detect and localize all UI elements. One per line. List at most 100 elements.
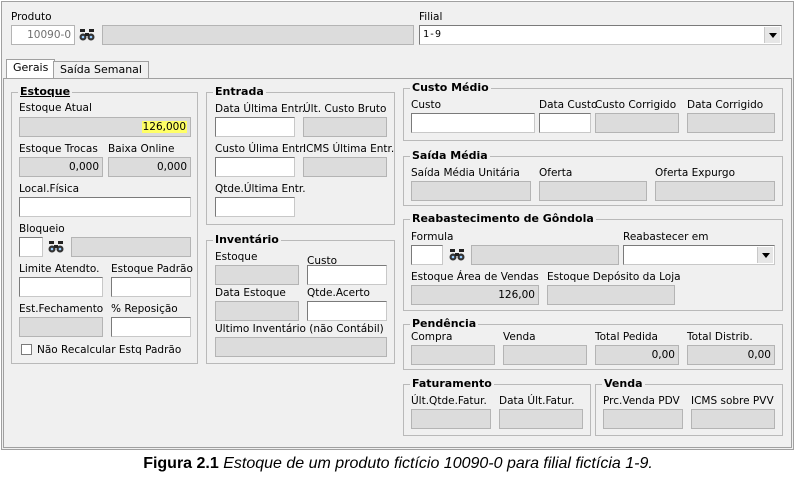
data-ultima-entr-label: Data Última Entr. (215, 103, 306, 115)
estoque-title: Estoque (18, 85, 73, 99)
estoque-trocas-field: 0,000 (19, 157, 103, 177)
estoque-atual-label: Estoque Atual (19, 102, 92, 114)
estoque-area-vendas-label: Estoque Área de Vendas (411, 271, 539, 283)
custo-medio-title: Custo Médio (410, 81, 491, 95)
formula-description-field (471, 245, 619, 265)
reabastecer-em-label: Reabastecer em (623, 231, 709, 243)
estoque-atual-value: 126,000 (141, 121, 187, 133)
custo-corrigido-label: Custo Corrigido (595, 99, 677, 111)
compra-field (411, 345, 495, 365)
qtde-acerto-field[interactable] (307, 301, 387, 321)
total-distrib-label: Total Distrib. (687, 331, 753, 343)
oferta-expurgo-field (655, 181, 775, 201)
pendencia-venda-label: Venda (503, 331, 536, 343)
data-ult-fatur-field (499, 409, 583, 429)
est-fechamento-field (19, 317, 103, 337)
custo-medio-custo-field[interactable] (411, 113, 535, 133)
inventario-estoque-label: Estoque (215, 251, 258, 263)
reabastecer-em-select[interactable] (623, 245, 775, 265)
oferta-label: Oferta (539, 167, 573, 179)
saida-media-unitaria-label: Saída Média Unitária (411, 167, 520, 179)
caption-italic: Estoque de um produto fictício 10090-0 p… (223, 455, 653, 472)
formula-field[interactable] (411, 245, 443, 265)
ult-custo-bruto-label: Últ. Custo Bruto (303, 103, 387, 115)
total-distrib-field: 0,00 (687, 345, 775, 365)
produto-field[interactable]: 10090-0 (11, 25, 75, 45)
icms-ultima-entr-field (303, 157, 387, 177)
baixa-online-field: 0,000 (108, 157, 191, 177)
chevron-down-icon[interactable] (757, 247, 773, 263)
total-pedida-label: Total Pedida (595, 331, 658, 343)
limite-atendto-field[interactable] (19, 277, 103, 297)
binoculars-icon[interactable] (77, 25, 97, 45)
filial-select[interactable]: 1-9 (419, 25, 782, 45)
reabastecimento-title: Reabastecimento de Gôndola (410, 212, 596, 226)
pendencia-venda-field (503, 345, 587, 365)
custo-ultima-entr-label: Custo Úlima Entr. (215, 143, 306, 155)
icms-sobre-pvv-field (691, 409, 775, 429)
estoque-trocas-label: Estoque Trocas (19, 143, 98, 155)
inventario-custo-field[interactable] (307, 265, 387, 285)
limite-atendto-label: Limite Atendto. (19, 263, 100, 275)
qtde-acerto-label: Qtde.Acerto (307, 287, 370, 299)
estoque-atual-field: 126,000 (19, 117, 191, 137)
bloqueio-label: Bloqueio (19, 223, 65, 235)
caption-bold: Figura 2.1 (143, 455, 219, 472)
data-custo-label: Data Custo (539, 99, 598, 111)
custo-ultima-entr-field[interactable] (215, 157, 295, 177)
qtde-ultima-entr-label: Qtde.Última Entr. (215, 183, 306, 195)
formula-label: Formula (411, 231, 454, 243)
data-estoque-field (215, 301, 299, 321)
filial-label: Filial (419, 11, 443, 23)
data-custo-field[interactable] (539, 113, 591, 133)
saida-media-unitaria-field (411, 181, 531, 201)
chevron-down-icon[interactable] (764, 27, 780, 43)
produto-description-field (102, 25, 414, 45)
data-estoque-label: Data Estoque (215, 287, 286, 299)
total-pedida-field: 0,00 (595, 345, 679, 365)
custo-medio-custo-label: Custo (411, 99, 441, 111)
bloqueio-description-field (71, 237, 191, 257)
pendencia-title: Pendência (410, 317, 479, 331)
data-ultima-entr-field[interactable] (215, 117, 295, 137)
estoque-padrao-label: Estoque Padrão (111, 263, 193, 275)
estoque-deposito-label: Estoque Depósito da Loja (547, 271, 681, 283)
saida-media-title: Saída Média (410, 149, 490, 163)
icms-sobre-pvv-label: ICMS sobre PVV (691, 395, 774, 407)
ultimo-inventario-label: Ultimo Inventário (não Contábil) (215, 323, 384, 335)
filial-value: 1-9 (423, 29, 442, 40)
data-corrigido-field (687, 113, 775, 133)
bloqueio-field[interactable] (19, 237, 43, 257)
custo-corrigido-field (595, 113, 679, 133)
ult-qtde-fatur-label: Últ.Qtde.Fatur. (411, 395, 487, 407)
figure-caption: Figura 2.1 Estoque de um produto fictíci… (0, 455, 796, 473)
faturamento-title: Faturamento (410, 377, 494, 391)
entrada-title: Entrada (213, 85, 266, 99)
estoque-deposito-field (547, 285, 675, 305)
oferta-expurgo-label: Oferta Expurgo (655, 167, 736, 179)
tab-gerais[interactable]: Gerais (6, 59, 56, 79)
est-fechamento-label: Est.Fechamento (19, 303, 104, 315)
produto-label: Produto (11, 11, 52, 23)
compra-label: Compra (411, 331, 453, 343)
reposicao-field[interactable] (111, 317, 191, 337)
binoculars-icon[interactable] (447, 245, 467, 265)
binoculars-icon[interactable] (46, 237, 66, 257)
estoque-padrao-field[interactable] (111, 277, 191, 297)
inventario-estoque-field (215, 265, 299, 285)
reposicao-label: % Reposição (111, 303, 178, 315)
nao-recalcular-checkbox[interactable] (21, 344, 32, 355)
prc-venda-pdv-label: Prc.Venda PDV (603, 395, 680, 407)
prc-venda-pdv-field (603, 409, 683, 429)
tab-saida-semanal[interactable]: Saída Semanal (53, 61, 149, 78)
venda-title: Venda (602, 377, 645, 391)
local-fisica-field[interactable] (19, 197, 191, 217)
inventario-title: Inventário (213, 233, 281, 247)
ultimo-inventario-field (215, 337, 387, 357)
qtde-ultima-entr-field[interactable] (215, 197, 295, 217)
ult-qtde-fatur-field (411, 409, 491, 429)
icms-ultima-entr-label: ICMS Última Entr. (303, 143, 395, 155)
oferta-field (539, 181, 647, 201)
baixa-online-label: Baixa Online (108, 143, 175, 155)
data-corrigido-label: Data Corrigido (687, 99, 764, 111)
